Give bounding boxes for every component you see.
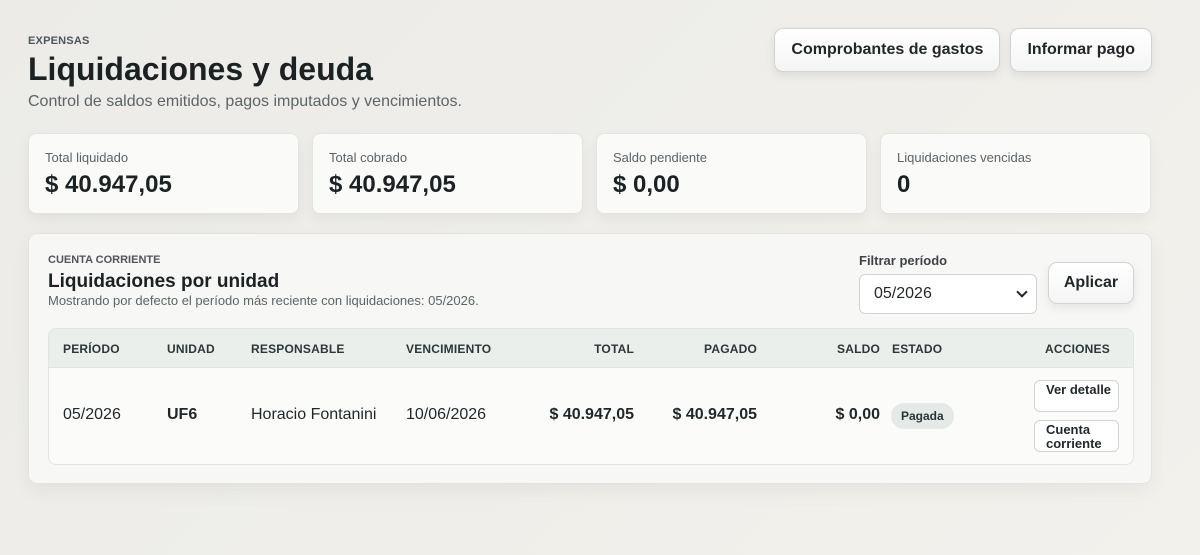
receipts-button[interactable]: Comprobantes de gastos (774, 28, 1001, 72)
stats-row: Total liquidado $ 40.947,05 Total cobrad… (28, 133, 1151, 214)
cell-balance: $ 0,00 (835, 406, 880, 423)
stat-label: Total liquidado (45, 150, 129, 165)
cell-paid: $ 40.947,05 (672, 406, 757, 423)
page-title: Liquidaciones y deuda (28, 51, 373, 87)
period-filter-label: Filtrar período (859, 253, 948, 268)
column-header-responsible: RESPONSABLE (251, 342, 345, 356)
stat-total-settled: Total liquidado $ 40.947,05 (28, 133, 299, 214)
stat-label: Saldo pendiente (613, 150, 707, 165)
account-statement-button[interactable]: Cuenta corriente (1034, 420, 1119, 452)
cell-unit: UF6 (167, 406, 198, 423)
view-detail-button[interactable]: Ver detalle (1034, 380, 1119, 412)
stat-total-collected: Total cobrado $ 40.947,05 (312, 133, 583, 214)
status-badge: Pagada (891, 403, 954, 429)
table-header: PERÍODO UNIDAD RESPONSABLE VENCIMIENTO T… (49, 329, 1133, 368)
column-header-due: VENCIMIENTO (406, 342, 492, 356)
stat-value: $ 40.947,05 (329, 171, 456, 198)
column-header-unit: UNIDAD (167, 342, 215, 356)
column-header-total: TOTAL (594, 342, 634, 356)
stat-label: Total cobrado (329, 150, 408, 165)
period-select[interactable]: 05/2026 (859, 274, 1037, 314)
account-panel: CUENTA CORRIENTE Liquidaciones por unida… (28, 233, 1152, 484)
panel-eyebrow: CUENTA CORRIENTE (48, 254, 161, 266)
stat-value: $ 0,00 (613, 171, 680, 198)
cell-total: $ 40.947,05 (549, 406, 634, 423)
column-header-balance: SALDO (837, 342, 880, 356)
panel-description: Mostrando por defecto el período más rec… (48, 293, 479, 308)
stat-overdue-count: Liquidaciones vencidas 0 (880, 133, 1151, 214)
cell-due: 10/06/2026 (406, 406, 487, 423)
cell-responsible: Horacio Fontanini (251, 406, 377, 423)
apply-button[interactable]: Aplicar (1048, 262, 1134, 304)
column-header-actions: ACCIONES (1045, 342, 1110, 356)
table-row: 05/2026 UF6 Horacio Fontanini 10/06/2026… (49, 368, 1133, 464)
cell-period: 05/2026 (63, 406, 121, 423)
header-actions: Comprobantes de gastos Informar pago (774, 28, 1152, 72)
page-subtitle: Control de saldos emitidos, pagos imputa… (28, 93, 462, 110)
column-header-status: ESTADO (892, 342, 943, 356)
stat-pending-balance: Saldo pendiente $ 0,00 (596, 133, 867, 214)
panel-title: Liquidaciones por unidad (48, 271, 280, 292)
column-header-paid: PAGADO (704, 342, 757, 356)
page-header: EXPENSAS Liquidaciones y deuda Control d… (28, 35, 462, 111)
chevron-down-icon (1016, 286, 1028, 298)
settlements-table: PERÍODO UNIDAD RESPONSABLE VENCIMIENTO T… (48, 328, 1134, 465)
section-eyebrow: EXPENSAS (28, 35, 90, 47)
report-payment-button[interactable]: Informar pago (1010, 28, 1152, 72)
period-select-value: 05/2026 (874, 285, 932, 302)
stat-value: $ 40.947,05 (45, 171, 172, 198)
stat-label: Liquidaciones vencidas (897, 150, 1032, 165)
stat-value: 0 (897, 171, 911, 198)
column-header-period: PERÍODO (63, 342, 120, 356)
